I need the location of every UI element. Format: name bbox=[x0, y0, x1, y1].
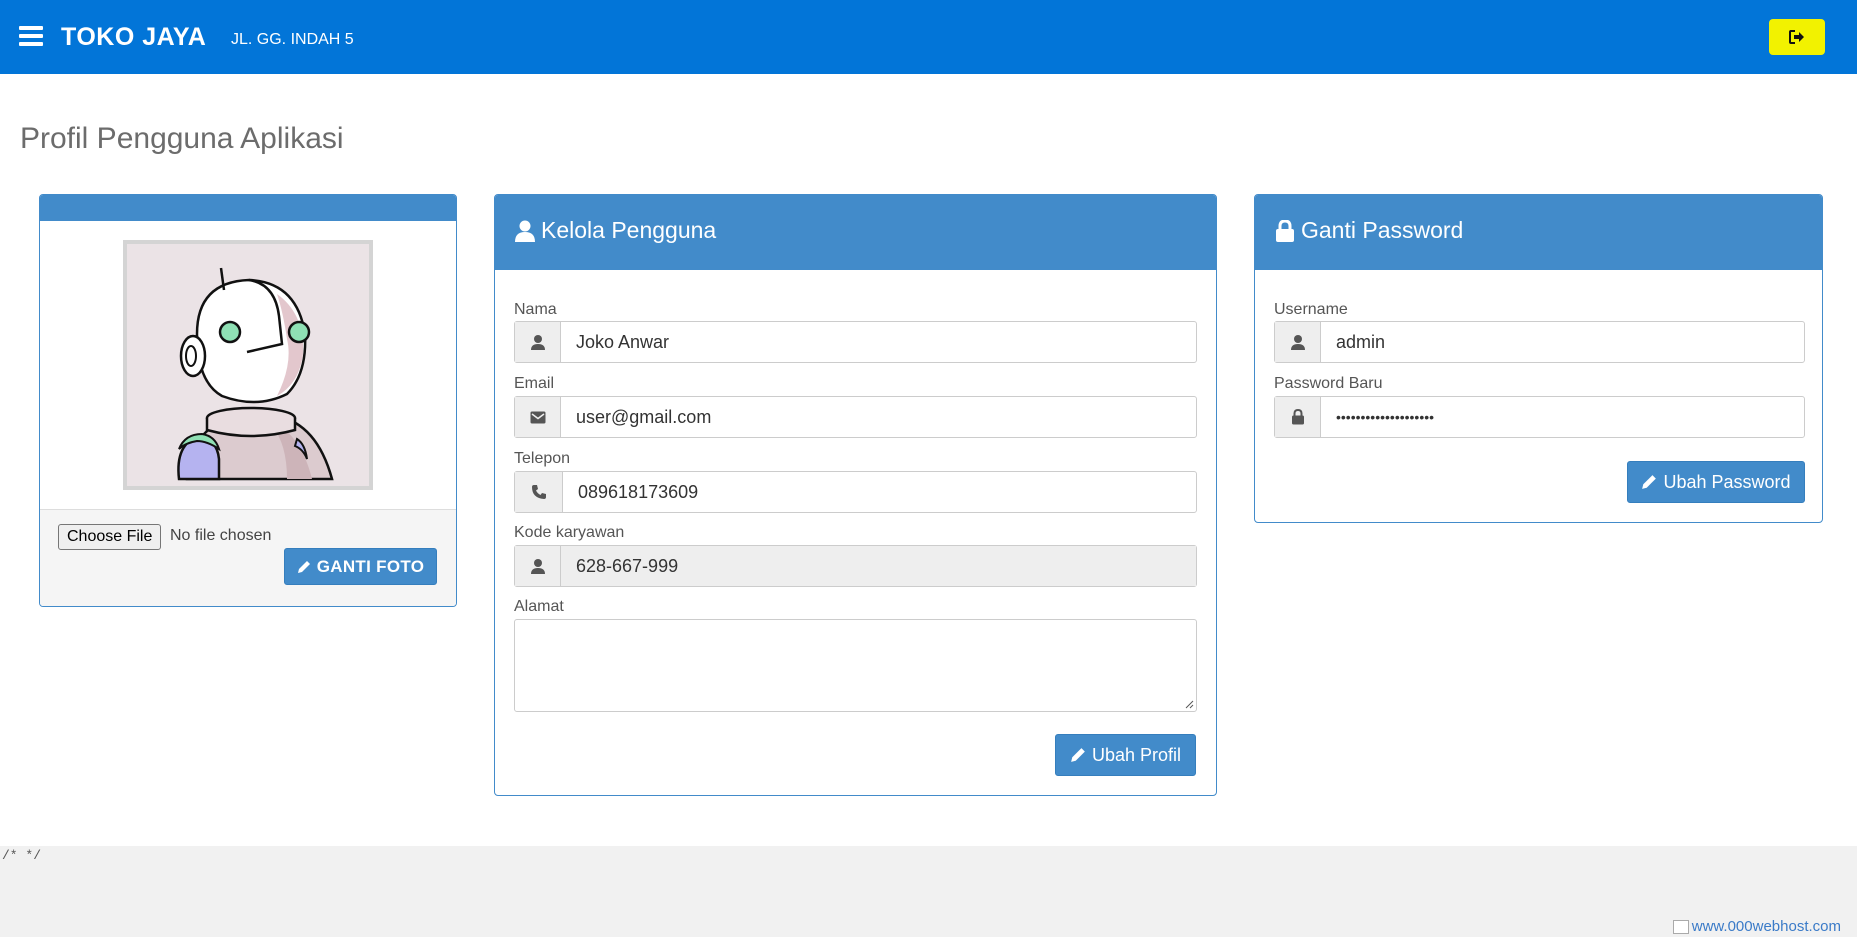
kode-karyawan-label: Kode karyawan bbox=[514, 524, 625, 541]
photo-panel: Choose File No file chosen GANTI FOTO bbox=[39, 194, 457, 607]
ganti-foto-button[interactable]: GANTI FOTO bbox=[284, 548, 437, 585]
logout-button[interactable] bbox=[1769, 19, 1825, 55]
avatar bbox=[123, 240, 373, 490]
alamat-textarea[interactable] bbox=[514, 619, 1197, 712]
password-field[interactable]: •••••••••••••••••••• bbox=[1321, 397, 1804, 437]
kelola-pengguna-heading: Kelola Pengguna bbox=[495, 195, 1216, 270]
password-input-group: •••••••••••••••••••• bbox=[1274, 396, 1805, 438]
resize-grip-icon[interactable] bbox=[1184, 699, 1194, 709]
username-input-group: admin bbox=[1274, 321, 1805, 363]
nama-label: Nama bbox=[514, 301, 557, 318]
username-field[interactable]: admin bbox=[1321, 322, 1804, 362]
ubah-profil-button[interactable]: Ubah Profil bbox=[1055, 734, 1196, 776]
telepon-label: Telepon bbox=[514, 450, 571, 467]
email-field[interactable]: user@gmail.com bbox=[561, 397, 1196, 437]
user-icon bbox=[515, 220, 535, 242]
photo-panel-heading bbox=[40, 195, 456, 221]
email-label: Email bbox=[514, 375, 555, 392]
user-icon bbox=[515, 546, 561, 586]
brand-name[interactable]: TOKO JAYA bbox=[61, 23, 206, 52]
email-input-group: user@gmail.com bbox=[514, 396, 1197, 438]
file-status-text: No file chosen bbox=[170, 527, 272, 544]
choose-file-button[interactable]: Choose File bbox=[58, 524, 162, 550]
webhost-link-text[interactable]: www.000webhost.com bbox=[1692, 918, 1841, 935]
ganti-foto-label: GANTI FOTO bbox=[316, 556, 425, 576]
kode-karyawan-input-group: 628-667-999 bbox=[514, 545, 1197, 587]
lock-icon bbox=[1276, 219, 1294, 242]
page-title: Profil Pengguna Aplikasi bbox=[20, 122, 344, 155]
photo-upload-footer: Choose File No file chosen GANTI FOTO bbox=[40, 509, 456, 606]
robot-avatar-image bbox=[177, 267, 334, 481]
telepon-field[interactable]: 089618173609 bbox=[563, 472, 1196, 512]
sign-out-icon bbox=[1789, 30, 1804, 44]
kode-karyawan-field: 628-667-999 bbox=[561, 546, 1196, 586]
page-footer: /* */ www.000webhost.com bbox=[0, 846, 1857, 937]
top-navbar: TOKO JAYA JL. GG. INDAH 5 bbox=[0, 0, 1857, 74]
envelope-icon bbox=[515, 397, 561, 437]
webhost-link[interactable]: www.000webhost.com bbox=[1672, 918, 1841, 935]
lock-icon bbox=[1275, 397, 1321, 437]
pencil-icon bbox=[297, 560, 310, 573]
ubah-password-label: Ubah Password bbox=[1663, 471, 1791, 492]
pencil-icon bbox=[1642, 475, 1657, 489]
phone-icon bbox=[515, 472, 563, 512]
username-label: Username bbox=[1274, 301, 1348, 318]
footer-code-text: /* */ bbox=[2, 848, 42, 863]
alamat-label: Alamat bbox=[514, 598, 564, 615]
password-baru-label: Password Baru bbox=[1274, 375, 1383, 392]
ubah-password-button[interactable]: Ubah Password bbox=[1627, 461, 1805, 503]
broken-image-icon bbox=[1672, 919, 1689, 934]
telepon-input-group: 089618173609 bbox=[514, 471, 1197, 513]
nama-input-group: Joko Anwar bbox=[514, 321, 1197, 363]
ganti-password-panel: Ganti Password Username admin Password B… bbox=[1254, 194, 1823, 523]
ganti-password-title: Ganti Password bbox=[1301, 217, 1464, 243]
kelola-pengguna-panel: Kelola Pengguna Nama Joko Anwar Email us… bbox=[494, 194, 1217, 796]
store-address: JL. GG. INDAH 5 bbox=[231, 31, 354, 48]
user-icon bbox=[1275, 322, 1321, 362]
user-icon bbox=[515, 322, 561, 362]
ubah-profil-label: Ubah Profil bbox=[1091, 744, 1182, 765]
pencil-icon bbox=[1071, 748, 1085, 762]
menu-icon[interactable] bbox=[19, 26, 43, 46]
kelola-pengguna-title: Kelola Pengguna bbox=[541, 217, 717, 243]
ganti-password-heading: Ganti Password bbox=[1255, 195, 1822, 270]
nama-field[interactable]: Joko Anwar bbox=[561, 322, 1196, 362]
